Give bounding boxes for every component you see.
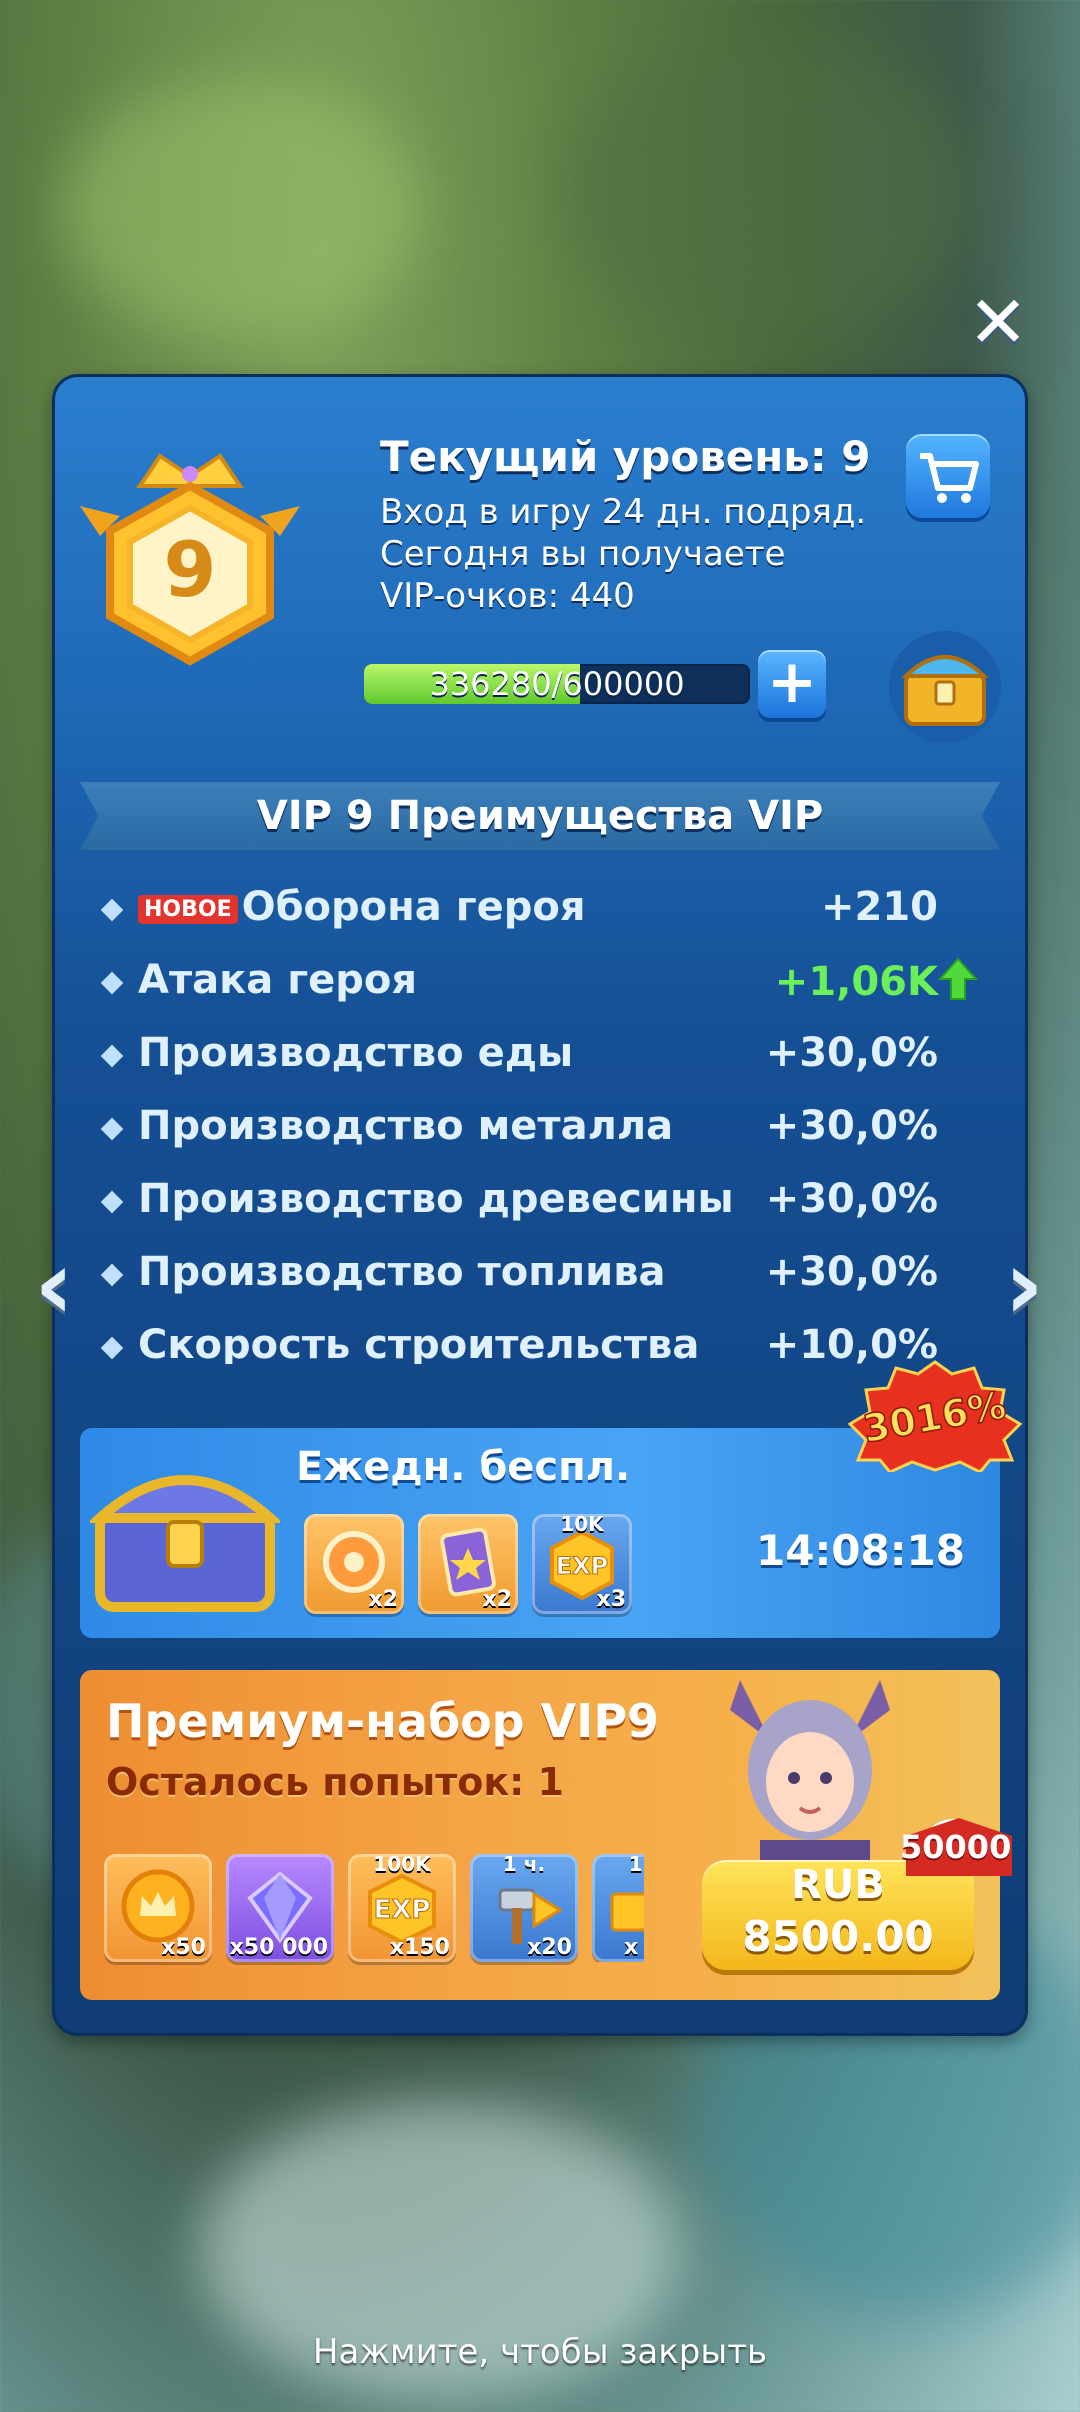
svg-text:EXP: EXP [556,1552,609,1580]
vip-benefits-list[interactable]: НОВОЕ Оборона героя +210 Атака героя +1,0… [52,874,1028,1364]
item-top-tag: 10K [560,1512,604,1536]
bullet-icon [100,971,124,995]
item-quantity: x2 [368,1587,399,1612]
item-quantity: x50 000 [229,1935,328,1960]
item-top-tag: 1 ч [628,1854,644,1876]
premium-pack-card[interactable]: Премиум-набор VIP9 Осталось попыток: 1 x… [80,1670,1000,2000]
prev-vip-level-button[interactable]: ‹ [26,1237,82,1333]
item-quantity: x50 [161,1935,206,1960]
vip-progress-text: 336280/600000 [429,665,685,703]
bullet-icon [100,898,124,922]
benefit-value: +30,0% [765,1176,938,1222]
benefit-value: +10,0% [765,1322,938,1364]
close-button[interactable]: ✕ [966,286,1030,358]
daily-item-3[interactable]: EXP 10K x3 [532,1512,632,1614]
bullet-icon [100,1263,124,1287]
next-vip-level-button[interactable]: › [996,1237,1052,1333]
benefit-name: Скорость строительства [138,1322,700,1364]
benefit-fuel-production: Производство топлива +30,0% [52,1239,1028,1311]
item-quantity: x3 [596,1587,627,1612]
cart-icon [920,453,979,503]
treasure-chest-icon[interactable] [886,628,1004,746]
vip-panel: 9 Текущий уровень: 9 Вход в игру 24 дн. … [52,374,1028,2036]
vip-points-text: VIP-очков: 440 [380,576,635,616]
login-streak-text: Вход в игру 24 дн. подряд. [380,492,867,532]
bullet-icon [100,1117,124,1141]
premium-item-5[interactable]: 1 ч x [592,1854,644,1962]
item-quantity: x2 [482,1587,513,1612]
premium-item-2[interactable]: x50 000 [226,1854,334,1962]
today-reward-text: Сегодня вы получаете [380,534,786,574]
bullet-icon [100,1336,124,1360]
item-top-tag: 100K [373,1852,431,1876]
current-level-title: Текущий уровень: 9 [380,432,871,481]
discount-badge: 3016% [847,1360,1023,1472]
benefit-name: Производство еды [138,1030,574,1076]
add-vip-points-button[interactable]: + [758,650,826,718]
badge-level-number: 9 [164,525,217,614]
bullet-icon [100,1044,124,1068]
price-amount: 8500.00 [742,1912,934,1961]
benefit-build-speed: Скорость строительства +10,0% [52,1312,1028,1364]
vip-benefits-title: VIP 9 Преимущества VIP [256,793,824,839]
vip-progress-bar: 336280/600000 [364,664,750,704]
premium-item-4[interactable]: 1 ч. x20 [470,1852,578,1962]
benefit-hero-defense: НОВОЕ Оборона героя +210 [52,874,1028,946]
daily-item-1[interactable]: x2 [304,1514,404,1614]
premium-items-scroll-clip: 1 ч x [592,1854,644,1962]
hero-portrait-icon [730,1680,890,1870]
benefit-value: +210 [820,884,938,930]
benefit-value: +30,0% [765,1249,938,1295]
vip-benefits-banner: VIP 9 Преимущества VIP [80,782,1000,850]
vip-level-badge-icon: 9 [80,453,300,666]
item-quantity: x20 [527,1935,572,1960]
daily-free-title: Ежедн. беспл. [296,1444,631,1490]
bullet-icon [100,1190,124,1214]
item-quantity: x [624,1935,639,1960]
new-badge: НОВОЕ [138,894,238,924]
daily-chest-icon [90,1475,280,1612]
arrow-up-icon [937,957,979,1000]
benefit-wood-production: Производство древесины +30,0% [52,1166,1028,1238]
svg-text:EXP: EXP [374,1895,431,1925]
benefit-value: +30,0% [765,1103,938,1149]
benefit-name: Оборона героя [241,884,586,930]
daily-timer: 14:08:18 [756,1526,965,1575]
benefit-name: Производство древесины [138,1176,734,1222]
benefit-metal-production: Производство металла +30,0% [52,1093,1028,1165]
daily-item-2[interactable]: x2 [418,1514,518,1614]
item-top-tag: 1 ч. [502,1852,546,1876]
premium-item-1[interactable]: x50 [104,1854,212,1962]
benefit-hero-attack: Атака героя +1,06K [52,947,1028,1019]
benefit-value: +30,0% [765,1030,938,1076]
shop-cart-button[interactable] [906,434,990,518]
tap-to-close-hint[interactable]: Нажмите, чтобы закрыть [0,2332,1080,2372]
bonus-amount: 50000 [900,1828,1012,1866]
premium-item-3[interactable]: EXP 100K x150 [348,1852,456,1962]
attempts-left-text: Осталось попыток: 1 [106,1760,564,1804]
benefit-name: Атака героя [138,957,418,1003]
benefit-name: Производство металла [138,1103,674,1149]
benefit-value: +1,06K [774,959,938,1005]
benefit-food-production: Производство еды +30,0% [52,1020,1028,1092]
item-quantity: x150 [389,1935,450,1960]
benefit-name: Производство топлива [138,1249,666,1295]
premium-pack-title: Премиум-набор VIP9 [106,1694,660,1748]
